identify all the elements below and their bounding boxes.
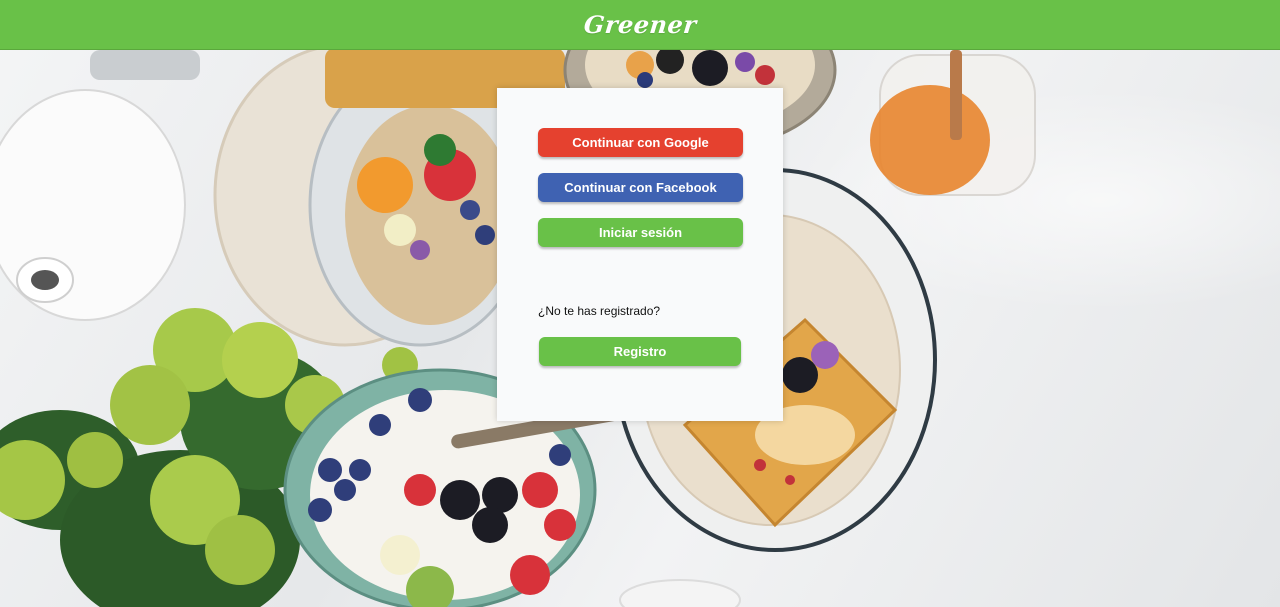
- continue-with-facebook-button[interactable]: Continuar con Facebook: [538, 173, 743, 202]
- continue-with-google-button[interactable]: Continuar con Google: [538, 128, 743, 157]
- register-prompt: ¿No te has registrado?: [538, 304, 661, 318]
- teapot-illustration: [0, 50, 200, 321]
- app-logo[interactable]: Greener: [582, 10, 698, 39]
- top-header: Greener: [0, 0, 1280, 50]
- honey-jar: [870, 50, 1036, 196]
- sign-in-button[interactable]: Iniciar sesión: [538, 218, 743, 247]
- register-button[interactable]: Registro: [539, 337, 741, 366]
- login-card: Continuar con Google Continuar con Faceb…: [497, 88, 783, 421]
